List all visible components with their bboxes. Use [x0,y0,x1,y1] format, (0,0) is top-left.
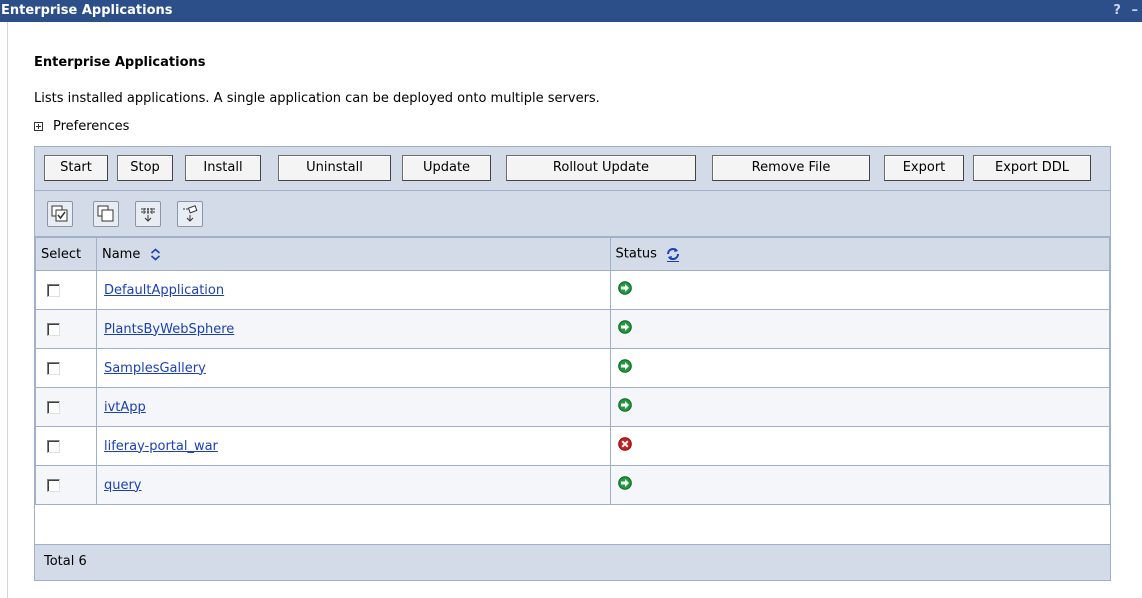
install-button[interactable]: Install [185,155,261,181]
row-checkbox[interactable] [47,361,60,375]
application-link[interactable]: SamplesGallery [104,361,206,376]
name-cell: PlantsByWebSphere [95,309,611,349]
page-description: Lists installed applications. A single a… [34,91,600,106]
preferences-label[interactable]: Preferences [53,119,129,134]
status-cell [609,270,1111,310]
status-header-label: Status [615,246,657,262]
stopped-status-icon [617,437,632,451]
select-cell [35,309,97,349]
application-link[interactable]: query [104,478,142,493]
row-checkbox[interactable] [47,439,60,453]
preferences-toggle[interactable]: Preferences [34,119,129,134]
window-titlebar: Enterprise Applications ? – [0,0,1142,22]
rollout-update-button[interactable]: Rollout Update [506,155,696,181]
applications-panel: Start Stop Install Uninstall Update Roll… [34,146,1111,581]
minimize-icon[interactable]: – [1132,3,1139,18]
stop-button[interactable]: Stop [117,155,173,181]
show-filter-icon[interactable] [135,201,161,227]
table-row: query [35,465,1111,505]
started-status-icon [617,320,632,334]
name-cell: SamplesGallery [95,348,611,388]
select-cell [35,270,97,310]
uninstall-button[interactable]: Uninstall [278,155,391,181]
left-divider [7,22,8,598]
start-button[interactable]: Start [44,155,108,181]
row-checkbox[interactable] [47,322,60,336]
application-link[interactable]: DefaultApplication [104,283,224,298]
table-footer: Total 6 [35,544,1110,580]
table-row: ivtApp [35,387,1111,427]
export-ddl-button[interactable]: Export DDL [973,155,1091,181]
select-all-icon[interactable] [47,201,73,227]
applications-table: Select Name Status DefaultApplication Pl… [35,237,1111,505]
refresh-icon[interactable] [665,246,681,262]
name-column-header[interactable]: Name [95,237,611,271]
page-title: Enterprise Applications [34,55,206,70]
sort-icon[interactable] [150,247,161,261]
status-cell [609,426,1111,466]
help-icon[interactable]: ? [1113,3,1121,18]
clear-filter-icon[interactable] [177,201,203,227]
table-header-row: Select Name Status [35,237,1111,271]
started-status-icon [617,281,632,295]
table-icon-toolbar [35,191,1110,237]
status-cell [609,309,1111,349]
application-link[interactable]: PlantsByWebSphere [104,322,234,337]
name-header-label[interactable]: Name [102,247,140,262]
row-checkbox[interactable] [47,400,60,414]
table-row: DefaultApplication [35,270,1111,310]
select-header-label: Select [41,246,82,262]
table-row: SamplesGallery [35,348,1111,388]
window-title: Enterprise Applications [1,3,173,18]
select-cell [35,465,97,505]
application-link[interactable]: ivtApp [104,400,146,415]
row-checkbox[interactable] [47,478,60,492]
update-button[interactable]: Update [402,155,491,181]
status-cell [609,465,1111,505]
deselect-all-icon[interactable] [93,201,119,227]
row-checkbox[interactable] [47,283,60,297]
name-cell: liferay-portal_war [95,426,611,466]
status-column-header: Status [609,237,1111,271]
remove-file-button[interactable]: Remove File [712,155,870,181]
started-status-icon [617,359,632,373]
table-row: liferay-portal_war [35,426,1111,466]
export-button[interactable]: Export [884,155,964,181]
total-count: Total 6 [44,554,87,569]
table-row: PlantsByWebSphere [35,309,1111,349]
started-status-icon [617,398,632,412]
name-cell: query [95,465,611,505]
name-cell: ivtApp [95,387,611,427]
select-cell [35,348,97,388]
name-cell: DefaultApplication [95,270,611,310]
select-cell [35,387,97,427]
select-column-header: Select [35,237,97,271]
status-cell [609,348,1111,388]
started-status-icon [617,476,632,490]
action-toolbar: Start Stop Install Uninstall Update Roll… [35,147,1110,191]
status-cell [609,387,1111,427]
select-cell [35,426,97,466]
application-link[interactable]: liferay-portal_war [104,439,218,454]
expand-icon[interactable] [34,122,43,131]
